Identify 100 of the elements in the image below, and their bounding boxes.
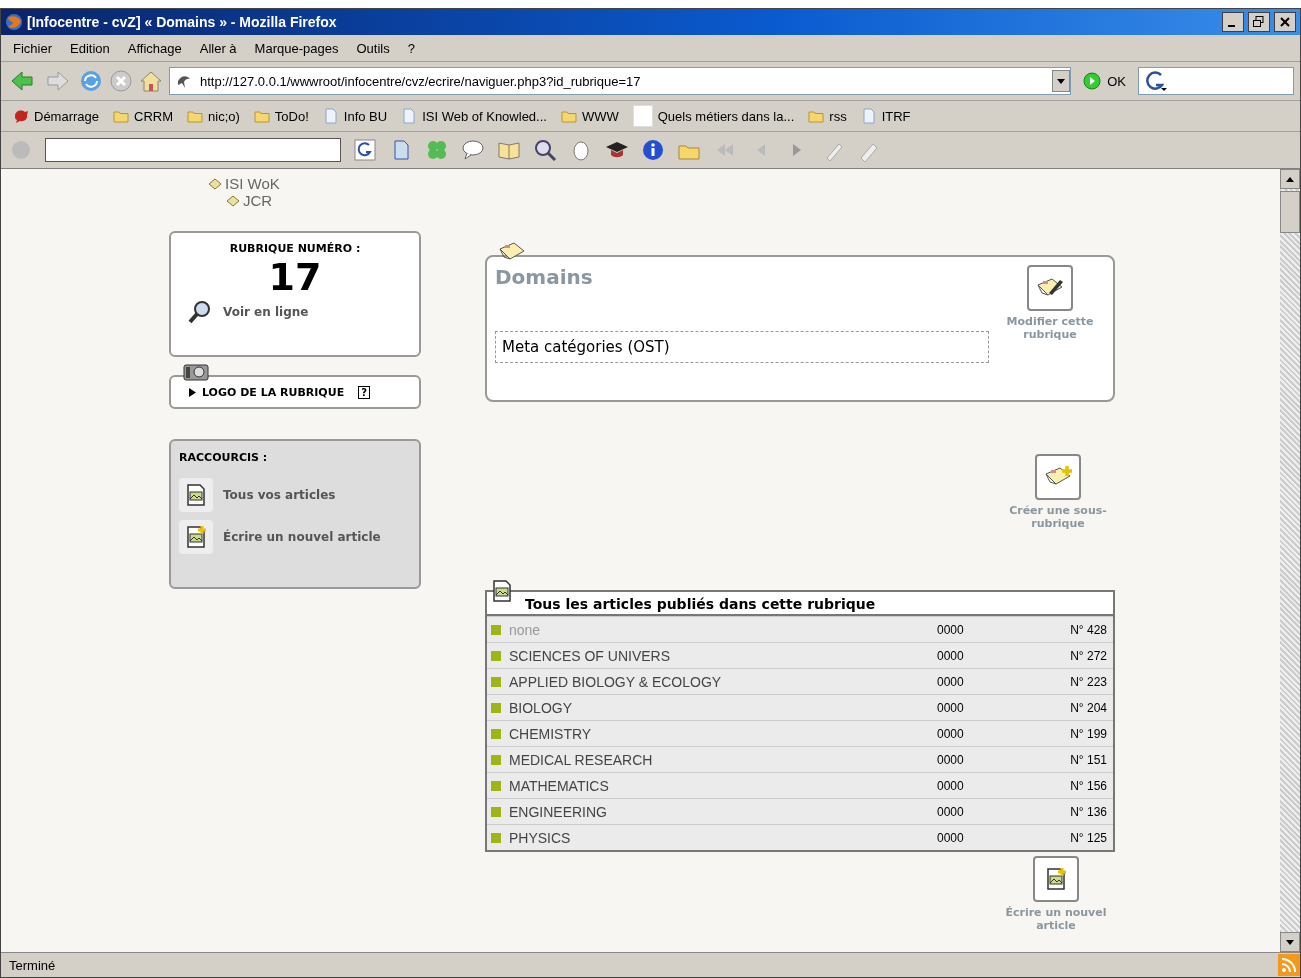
article-link[interactable]: MATHEMATICS [509, 777, 937, 794]
table-cell-text: 0000 [937, 622, 965, 637]
globe-icon [5, 13, 23, 31]
logo-panel[interactable]: LOGO DE LA RUBRIQUE ? [169, 375, 421, 409]
stop-icon[interactable] [109, 69, 133, 93]
folder-icon [808, 108, 825, 124]
new-article-icon[interactable] [179, 520, 213, 554]
folder-icon [226, 194, 240, 207]
card-heading: RUBRIQUE NUMÉRO : [229, 242, 361, 255]
menu-item[interactable]: Outils [356, 40, 390, 56]
bullet-icon [491, 650, 501, 661]
menu-item[interactable]: Edition [70, 40, 110, 56]
triangle-icon [189, 387, 196, 397]
folder-icon [187, 108, 204, 124]
bullet-icon [491, 780, 501, 791]
window-title: [Infocentre - cvZ] « Domains » - Mozilla Firefox [27, 14, 338, 30]
article-link[interactable]: SCIENCES OF UNIVERS [509, 647, 937, 664]
scroll-up-icon[interactable] [1280, 169, 1300, 189]
article-number: N° 136 [1069, 804, 1107, 819]
table-cell-text: 0000 [937, 726, 965, 741]
folder-icon [253, 108, 270, 124]
article-number: N° 125 [1069, 830, 1107, 845]
article-number: N° 199 [1069, 726, 1107, 741]
shortcut-link[interactable]: Écrire un nouvel article [223, 530, 381, 544]
menu-item[interactable]: Affichage [127, 40, 182, 56]
table-cell-text: 0000 [937, 674, 965, 689]
article-link[interactable]: PHYSICS [509, 829, 937, 846]
table-cell-text: 0000 [937, 778, 965, 793]
folder-icon [560, 108, 577, 124]
page-icon [322, 108, 339, 124]
view-online-link[interactable]: Voir en ligne [223, 305, 309, 319]
section-description: Meta catégories (OST) [495, 331, 989, 363]
restore-button[interactable] [1248, 12, 1270, 32]
article-number: N° 272 [1069, 648, 1107, 663]
address-field[interactable]: http://127.0.0.1/wwwroot/infocentre/cvz/ecrire/naviguer.php3?id_rubrique=17 [169, 67, 1072, 95]
blank-page-icon [632, 105, 653, 127]
panel-title: RACCOURCIS : [179, 451, 269, 464]
scroll-down-icon[interactable] [1280, 932, 1300, 952]
reload-icon[interactable] [79, 69, 103, 93]
tree-item[interactable]: JCR [243, 192, 273, 209]
bookmark-item[interactable]: Info BU [322, 108, 388, 124]
bookmark-item[interactable]: ISI Web of Knowled... [401, 108, 547, 124]
bookmark-item[interactable]: CRRM [113, 108, 174, 124]
table-cell-text: 0000 [937, 804, 965, 819]
play-icon [1083, 72, 1102, 90]
article-link[interactable]: BIOLOGY [509, 699, 937, 716]
search-field[interactable] [45, 138, 341, 162]
go-button[interactable]: OK [1077, 72, 1132, 90]
dropdown-icon[interactable] [1052, 70, 1071, 92]
menu-item[interactable]: ? [407, 40, 415, 56]
bookmark-item[interactable]: nic;o) [187, 108, 240, 124]
info-icon[interactable] [641, 138, 665, 162]
shortcut-link[interactable]: Tous vos articles [223, 488, 336, 502]
bookmark-item[interactable]: ITRF [860, 108, 911, 124]
section-title: Domains [495, 265, 594, 289]
bookmark-item[interactable]: rss [808, 108, 847, 124]
close-button[interactable] [1274, 12, 1296, 32]
menu-item[interactable]: Marque-pages [254, 40, 339, 56]
folder-icon [208, 177, 222, 190]
bookmark-item[interactable]: Quels métiers dans la... [632, 105, 795, 127]
article-icon[interactable] [179, 478, 213, 512]
menu-item[interactable]: Aller à [199, 40, 237, 56]
bookmark-item[interactable]: ToDo! [253, 108, 309, 124]
g-icon[interactable] [353, 138, 377, 162]
speech-bubble-icon[interactable] [461, 138, 485, 162]
bullet-icon [491, 832, 501, 843]
search-field[interactable] [1138, 67, 1294, 95]
folder-icon [113, 108, 130, 124]
logo-label: LOGO DE LA RUBRIQUE [202, 385, 345, 399]
new-folder-icon[interactable] [1035, 454, 1081, 500]
table-cell-text: 0000 [937, 648, 965, 663]
new-article-icon[interactable] [1033, 856, 1079, 902]
article-link[interactable]: CHEMISTRY [509, 725, 937, 742]
home-icon[interactable] [139, 69, 163, 93]
table-cell-text: 0000 [937, 700, 965, 715]
page-icon [401, 108, 418, 124]
article-number: N° 428 [1069, 622, 1107, 637]
edit-folder-icon[interactable] [1027, 265, 1073, 311]
bullet-icon [491, 676, 501, 687]
status-text: Terminé [9, 957, 56, 973]
article-number: N° 156 [1069, 778, 1107, 793]
menu-item[interactable]: Fichier [13, 40, 52, 56]
help-link[interactable]: ? [358, 385, 370, 399]
bullet-icon [491, 754, 501, 765]
article-link[interactable]: ENGINEERING [509, 803, 937, 820]
page-icon [860, 108, 877, 124]
bullet-icon [491, 624, 501, 635]
minimize-button[interactable] [1222, 12, 1244, 32]
scrollbar-thumb[interactable] [1280, 191, 1300, 233]
bookmark-item[interactable]: Démarrage [13, 108, 100, 124]
bullet-icon [491, 702, 501, 713]
article-number: N° 151 [1069, 752, 1107, 767]
bullet-icon [491, 806, 501, 817]
tree-item[interactable]: ISI WoK [225, 175, 280, 192]
article-link[interactable]: MEDICAL RESEARCH [509, 751, 937, 768]
article-link[interactable]: APPLIED BIOLOGY & ECOLOGY [509, 673, 937, 690]
camera-icon [183, 361, 209, 381]
magnifier-icon[interactable] [533, 138, 557, 162]
bookmark-item[interactable]: WWW [560, 108, 619, 124]
article-number: N° 204 [1069, 700, 1107, 715]
